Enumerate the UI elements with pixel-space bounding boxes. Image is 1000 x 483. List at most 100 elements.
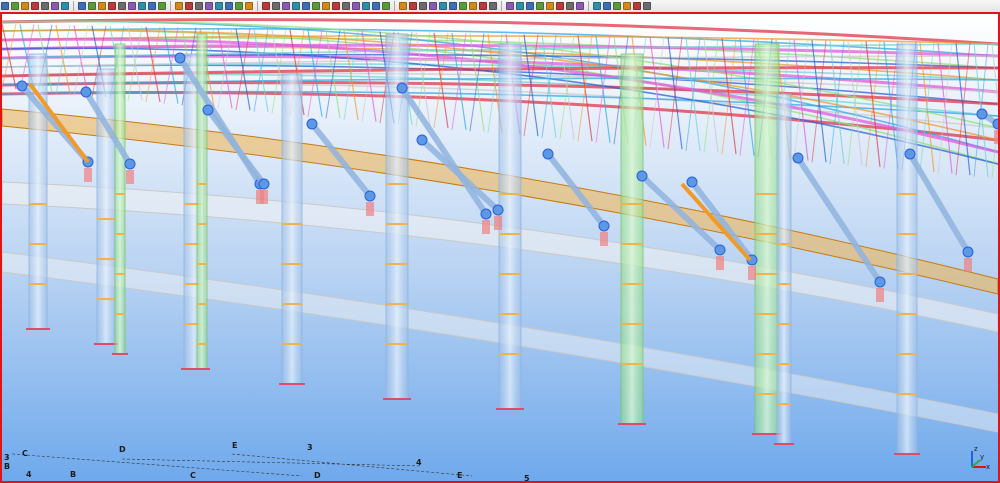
part-bolt-icon[interactable] bbox=[536, 2, 544, 10]
part-rebar-icon[interactable] bbox=[576, 2, 584, 10]
snap-mid-icon[interactable] bbox=[185, 2, 193, 10]
part-beam-icon[interactable] bbox=[506, 2, 514, 10]
grid-label-e1: E bbox=[232, 441, 238, 450]
rotate-tool-icon[interactable] bbox=[352, 2, 360, 10]
view-back-icon[interactable] bbox=[409, 2, 417, 10]
array-tool-icon[interactable] bbox=[372, 2, 380, 10]
snap-int-icon[interactable] bbox=[195, 2, 203, 10]
part-weld-icon[interactable] bbox=[546, 2, 554, 10]
brace-node-top bbox=[306, 118, 318, 130]
part-column-icon[interactable] bbox=[516, 2, 524, 10]
save-tool-icon[interactable] bbox=[282, 2, 290, 10]
zoom-in-icon[interactable] bbox=[439, 2, 447, 10]
grid-label-4: 4 bbox=[416, 458, 422, 467]
mirror-tool-icon[interactable] bbox=[362, 2, 370, 10]
export-tool-icon[interactable] bbox=[138, 2, 146, 10]
undo-tool-icon[interactable] bbox=[292, 2, 300, 10]
settings-tool-icon[interactable] bbox=[148, 2, 156, 10]
print-tool-icon[interactable] bbox=[128, 2, 136, 10]
grid-label-e2: E bbox=[457, 471, 463, 480]
connection-plate bbox=[716, 256, 724, 270]
truss-web bbox=[991, 115, 998, 179]
copy-tool-icon[interactable] bbox=[312, 2, 320, 10]
part-fitting-icon[interactable] bbox=[566, 2, 574, 10]
connection-plate bbox=[494, 216, 502, 230]
column bbox=[620, 53, 644, 425]
delete-tool-icon[interactable] bbox=[332, 2, 340, 10]
select-tool-icon[interactable] bbox=[1, 2, 9, 10]
column bbox=[114, 43, 126, 355]
column bbox=[896, 43, 918, 455]
render-shaded-icon[interactable] bbox=[489, 2, 497, 10]
toolbar-separator bbox=[394, 1, 395, 11]
zoom-window-icon[interactable] bbox=[469, 2, 477, 10]
snap-perp-icon[interactable] bbox=[205, 2, 213, 10]
drawing-tool-icon[interactable] bbox=[603, 2, 611, 10]
snap-grid-icon[interactable] bbox=[235, 2, 243, 10]
paste-tool-icon[interactable] bbox=[322, 2, 330, 10]
brace-node-bottom bbox=[258, 178, 270, 190]
snap-center-icon[interactable] bbox=[225, 2, 233, 10]
close-tool-icon[interactable] bbox=[158, 2, 166, 10]
info-tool-icon[interactable] bbox=[643, 2, 651, 10]
new-tool-icon[interactable] bbox=[262, 2, 270, 10]
report-tool-icon[interactable] bbox=[593, 2, 601, 10]
grid-label-5: 5 bbox=[524, 474, 530, 483]
clash-tool-icon[interactable] bbox=[623, 2, 631, 10]
connection-plate bbox=[366, 202, 374, 216]
clip-tool-icon[interactable] bbox=[118, 2, 126, 10]
snap-near-icon[interactable] bbox=[215, 2, 223, 10]
toolbar-separator bbox=[257, 1, 258, 11]
brace-node-top bbox=[16, 80, 28, 92]
grid-label-d2: D bbox=[314, 471, 321, 480]
brace-node-top bbox=[542, 148, 554, 160]
grid-line-dashed bbox=[11, 453, 473, 477]
connection-plate bbox=[748, 266, 756, 280]
column bbox=[754, 43, 780, 435]
zoom-out-icon[interactable] bbox=[449, 2, 457, 10]
grid-label-b: B bbox=[70, 470, 77, 479]
offset-tool-icon[interactable] bbox=[382, 2, 390, 10]
brace-node-bottom bbox=[714, 244, 726, 256]
check-tool-icon[interactable] bbox=[613, 2, 621, 10]
help-tool-icon[interactable] bbox=[633, 2, 641, 10]
pan-tool-icon[interactable] bbox=[61, 2, 69, 10]
grid-label-3: 3 bbox=[307, 443, 313, 452]
properties-tool-icon[interactable] bbox=[108, 2, 116, 10]
snap-free-icon[interactable] bbox=[245, 2, 253, 10]
part-cut-icon[interactable] bbox=[556, 2, 564, 10]
brace-node-bottom bbox=[492, 204, 504, 216]
measure-tool-icon[interactable] bbox=[41, 2, 49, 10]
toolbar-separator bbox=[501, 1, 502, 11]
camera-tool-icon[interactable] bbox=[51, 2, 59, 10]
zoom-fit-icon[interactable] bbox=[459, 2, 467, 10]
line-tool-icon[interactable] bbox=[11, 2, 19, 10]
view-front-icon[interactable] bbox=[399, 2, 407, 10]
model-viewport[interactable]: 3 B C 4 B D C E 3 D 4 E 5 z x y bbox=[0, 12, 1000, 483]
grid-label-c1: C bbox=[22, 449, 28, 458]
brace-node-bottom bbox=[598, 220, 610, 232]
part-plate-icon[interactable] bbox=[526, 2, 534, 10]
home-tool-icon[interactable] bbox=[78, 2, 86, 10]
structural-model bbox=[2, 18, 998, 477]
brace-member bbox=[795, 156, 883, 284]
connection-plate bbox=[260, 190, 268, 204]
move-tool-icon[interactable] bbox=[342, 2, 350, 10]
brace-node-top bbox=[904, 148, 916, 160]
open-tool-icon[interactable] bbox=[272, 2, 280, 10]
render-wire-icon[interactable] bbox=[479, 2, 487, 10]
arc-tool-icon[interactable] bbox=[31, 2, 39, 10]
brace-node-bottom bbox=[962, 246, 974, 258]
view-top-icon[interactable] bbox=[419, 2, 427, 10]
redo-tool-icon[interactable] bbox=[302, 2, 310, 10]
layers-tool-icon[interactable] bbox=[88, 2, 96, 10]
view-iso-icon[interactable] bbox=[429, 2, 437, 10]
filter-tool-icon[interactable] bbox=[98, 2, 106, 10]
snap-end-icon[interactable] bbox=[175, 2, 183, 10]
brace-node-bottom bbox=[480, 208, 492, 220]
polyline-tool-icon[interactable] bbox=[21, 2, 29, 10]
connection-plate bbox=[876, 288, 884, 302]
brace-node-top bbox=[976, 108, 988, 120]
axis-x-label: x bbox=[986, 463, 991, 471]
column bbox=[776, 93, 792, 445]
